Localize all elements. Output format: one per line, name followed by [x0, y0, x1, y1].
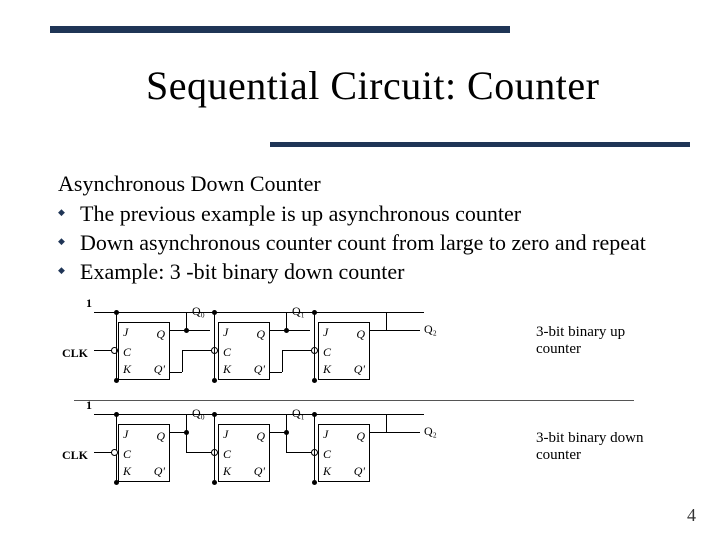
diagram-divider	[74, 400, 634, 401]
down-counter-circuit: 1 CLK J C K Q Q' Q₀	[94, 412, 664, 492]
output-q0: Q₀	[192, 304, 205, 319]
output-q1: Q₁	[292, 406, 305, 421]
clk-label: CLK	[62, 448, 88, 463]
sub-rule	[270, 142, 690, 147]
page-number: 4	[687, 505, 696, 526]
counter-diagram: 1 CLK J C K Q Q' Q₀	[94, 310, 664, 504]
output-q2: Q₂	[424, 424, 437, 439]
up-counter-caption: 3-bit binary up counter	[536, 324, 666, 359]
flip-flop-1: J C K Q Q'	[218, 424, 270, 482]
clk-label: CLK	[62, 346, 88, 361]
bullet-item: Down asynchronous counter count from lar…	[58, 229, 663, 257]
top-rule	[50, 26, 510, 33]
output-q2: Q₂	[424, 322, 437, 337]
slide-title: Sequential Circuit: Counter	[146, 62, 646, 109]
clock-bubble	[111, 449, 118, 456]
title-wrap: Sequential Circuit: Counter	[146, 62, 646, 109]
up-counter-circuit: 1 CLK J C K Q Q' Q₀	[94, 310, 664, 390]
logic-high-label: 1	[86, 398, 92, 413]
logic-high-label: 1	[86, 296, 92, 311]
subtitle: Asynchronous Down Counter	[58, 170, 663, 198]
output-q0: Q₀	[192, 406, 205, 421]
bullet-list: The previous example is up asynchronous …	[58, 200, 663, 286]
flip-flop-2: J C K Q Q'	[318, 322, 370, 380]
flip-flop-1: J C K Q Q'	[218, 322, 270, 380]
output-q1: Q₁	[292, 304, 305, 319]
down-counter-caption: 3-bit binary down counter	[536, 430, 666, 465]
bullet-item: Example: 3 -bit binary down counter	[58, 258, 663, 286]
bullet-item: The previous example is up asynchronous …	[58, 200, 663, 228]
flip-flop-2: J C K Q Q'	[318, 424, 370, 482]
slide: Sequential Circuit: Counter Asynchronous…	[0, 0, 720, 540]
slide-body: Asynchronous Down Counter The previous e…	[58, 170, 663, 288]
flip-flop-0: J C K Q Q'	[118, 322, 170, 380]
flip-flop-0: J C K Q Q'	[118, 424, 170, 482]
